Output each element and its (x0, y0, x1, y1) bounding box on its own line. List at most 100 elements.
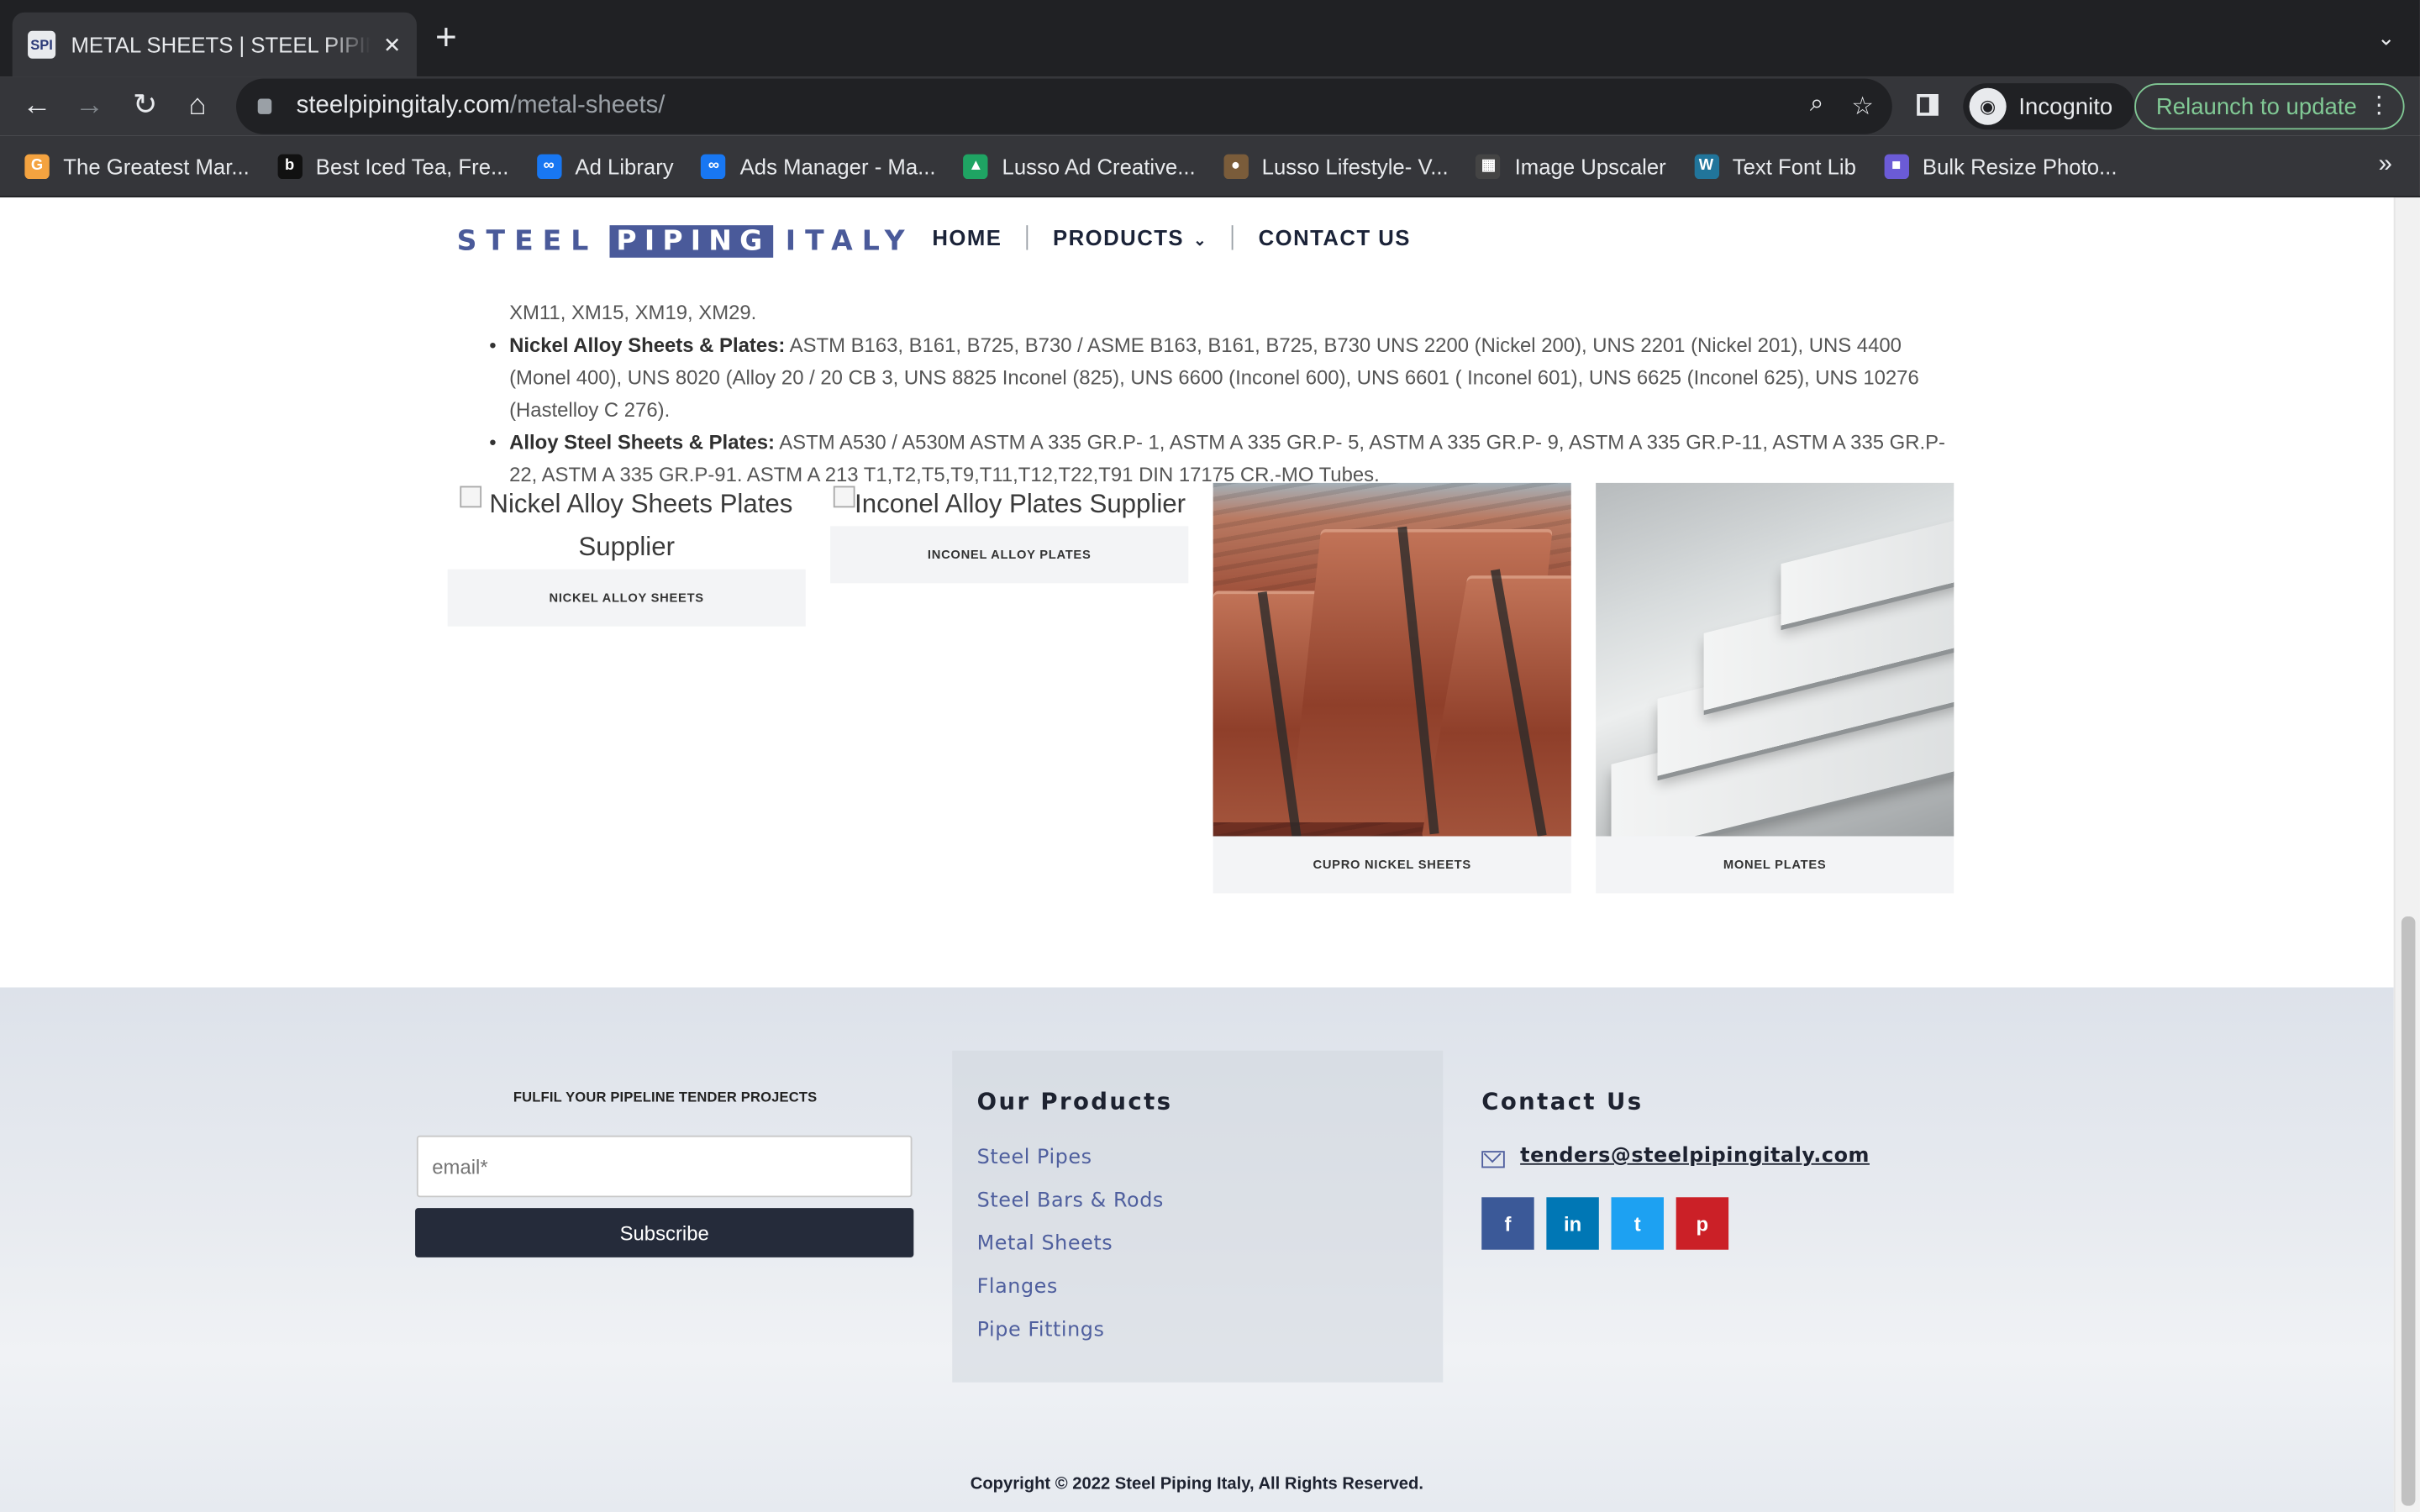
linkedin-icon[interactable]: in (1546, 1197, 1599, 1250)
gallery-item[interactable]: Nickel Alloy Sheets Plates Supplier NICK… (447, 483, 806, 627)
bookmarks-overflow-icon[interactable]: » (2379, 151, 2392, 179)
broken-image-icon (460, 486, 482, 508)
side-panel-icon[interactable] (1917, 94, 1939, 116)
image-alt-text: Inconel Alloy Plates Supplier (855, 489, 1186, 519)
url-host: steelpipingitaly.com (296, 92, 510, 119)
broken-image: Nickel Alloy Sheets Plates Supplier (448, 483, 806, 570)
zoom-icon[interactable]: ⌕ (1810, 91, 1823, 122)
facebook-icon[interactable]: f (1481, 1197, 1534, 1250)
incognito-icon: ◉ (1969, 87, 2007, 125)
twitter-icon[interactable]: t (1611, 1197, 1664, 1250)
gallery-caption: NICKEL ALLOY SHEETS (447, 569, 806, 627)
bookmark-label: Lusso Lifestyle- V... (1261, 153, 1449, 179)
spec-label: Alloy Steel Sheets & Plates: (509, 430, 775, 454)
relaunch-button[interactable]: Relaunch to update ⋮ (2134, 83, 2405, 130)
nav-products[interactable]: PRODUCTS ⌄ (1053, 225, 1207, 249)
forward-arrow-icon[interactable]: → (71, 90, 108, 123)
image-alt-text: Nickel Alloy Sheets Plates Supplier (489, 489, 793, 562)
bookmark-item[interactable]: G The Greatest Mar... (24, 153, 250, 179)
incognito-label: Incognito (2018, 93, 2113, 120)
spec-item-alloy: Alloy Steel Sheets & Plates: ASTM A530 /… (489, 426, 1960, 491)
bookmark-label: Image Upscaler (1514, 153, 1666, 179)
more-menu-icon[interactable]: ⋮ (2367, 91, 2391, 118)
address-bar[interactable]: steelpipingitaly.com/metal-sheets/ ⌕ ☆ (236, 78, 1892, 134)
footer-link-steel-bars[interactable]: Steel Bars & Rods (977, 1189, 1418, 1213)
browser-tab-active[interactable]: SPI METAL SHEETS | STEEL PIPING ITALY ✕ (12, 12, 417, 77)
specs-list: XM11, XM15, XM19, XM29. Nickel Alloy She… (489, 297, 1960, 491)
page-scrollbar[interactable] (2393, 197, 2420, 1512)
nav-products-label: PRODUCTS (1053, 225, 1185, 250)
bookmark-favicon-icon: b (276, 153, 302, 179)
nav-contact[interactable]: CONTACT US (1259, 225, 1411, 249)
bookmark-item[interactable]: ∞ Ads Manager - Ma... (701, 153, 936, 179)
email-input[interactable] (416, 1135, 913, 1198)
gallery-caption: MONEL PLATES (1596, 836, 1954, 894)
logo-word-middle: PIPING (610, 225, 774, 258)
footer-link-pipe-fittings[interactable]: Pipe Fittings (977, 1319, 1418, 1342)
copyright-text: Copyright © 2022 Steel Piping Italy, All… (970, 1474, 1423, 1494)
bookmark-label: Ads Manager - Ma... (739, 153, 936, 179)
bookmark-star-icon[interactable]: ☆ (1851, 91, 1873, 122)
footer-link-metal-sheets[interactable]: Metal Sheets (977, 1233, 1418, 1257)
new-tab-icon[interactable]: + (435, 19, 457, 57)
gallery-item[interactable]: MONEL PLATES (1596, 482, 1954, 894)
relaunch-label: Relaunch to update (2155, 93, 2357, 120)
pinterest-icon[interactable]: p (1676, 1197, 1729, 1250)
nav-home[interactable]: HOME (932, 225, 1002, 249)
url-path: /metal-sheets/ (509, 92, 666, 119)
footer-link-flanges[interactable]: Flanges (977, 1276, 1418, 1299)
close-tab-icon[interactable]: ✕ (383, 32, 402, 58)
back-arrow-icon[interactable]: ← (18, 90, 55, 123)
site-favicon-icon: SPI (28, 30, 56, 59)
bookmarks-bar: G The Greatest Mar... b Best Iced Tea, Fre.… (0, 135, 2420, 198)
footer-link-steel-pipes[interactable]: Steel Pipes (977, 1147, 1418, 1170)
site-logo[interactable]: STEEL PIPING ITALY (457, 225, 914, 258)
bookmark-favicon-icon: ■ (1884, 153, 1909, 179)
bookmark-item[interactable]: ● Lusso Lifestyle- V... (1223, 153, 1449, 179)
spec-item-nickel: Nickel Alloy Sheets & Plates: ASTM B163,… (489, 328, 1960, 426)
bookmark-item[interactable]: ■ Bulk Resize Photo... (1884, 153, 2118, 179)
omnibox-icons: ⌕ ☆ (1810, 91, 1874, 122)
tender-heading: FULFIL YOUR PIPELINE TENDER PROJECTS (513, 1089, 818, 1105)
reload-icon[interactable]: ↻ (127, 90, 164, 123)
bookmark-item[interactable]: ▲ Lusso Ad Creative... (963, 153, 1196, 179)
bookmark-favicon-icon: W (1693, 153, 1719, 179)
broken-image: Inconel Alloy Plates Supplier (830, 483, 1188, 526)
bookmark-item[interactable]: b Best Iced Tea, Fre... (276, 153, 509, 179)
logo-word-right: ITALY (785, 225, 914, 258)
cupro-nickel-sheets-photo (1213, 482, 1571, 837)
bookmark-item[interactable]: ∞ Ad Library (536, 153, 674, 179)
bookmark-favicon-icon: ● (1223, 153, 1249, 179)
bookmark-label: Bulk Resize Photo... (1922, 153, 2118, 179)
logo-word-left: STEEL (456, 225, 598, 258)
tab-search-chevron-icon[interactable]: ⌄ (2377, 24, 2396, 50)
bookmark-item[interactable]: W Text Font Lib (1693, 153, 1856, 179)
chevron-down-icon: ⌄ (1193, 233, 1207, 250)
incognito-indicator[interactable]: ◉ Incognito (1963, 83, 2134, 130)
contact-email-link[interactable]: tenders@steelpipingitaly.com (1520, 1145, 1870, 1168)
subscribe-button[interactable]: Subscribe (415, 1208, 914, 1257)
footer-products: Our Products Steel Pipes Steel Bars & Ro… (952, 1050, 1444, 1383)
spec-label: Nickel Alloy Sheets & Plates: (509, 333, 786, 357)
home-icon[interactable]: ⌂ (179, 90, 216, 123)
site-header: STEEL PIPING ITALY HOME PRODUCTS ⌄ CONTAC… (0, 197, 2394, 283)
gallery-item[interactable]: CUPRO NICKEL SHEETS (1213, 482, 1571, 894)
main-nav: HOME PRODUCTS ⌄ CONTACT US (932, 225, 1411, 250)
scrollbar-thumb[interactable] (2401, 916, 2416, 1506)
gallery-caption: INCONEL ALLOY PLATES (830, 526, 1189, 584)
site-footer: FULFIL YOUR PIPELINE TENDER PROJECTS Sub… (0, 987, 2394, 1512)
bookmark-label: The Greatest Mar... (63, 153, 250, 179)
broken-image-icon (833, 486, 855, 508)
gallery-item[interactable]: Inconel Alloy Plates Supplier INCONEL AL… (830, 483, 1189, 584)
bookmark-label: Best Iced Tea, Fre... (315, 153, 509, 179)
bookmark-favicon-icon: ▦ (1476, 153, 1502, 179)
bookmark-favicon-icon: G (24, 153, 50, 179)
bookmark-favicon-icon: ▲ (963, 153, 989, 179)
nav-divider (1232, 225, 1234, 250)
footer-contact: Contact Us tenders@steelpipingitaly.com … (1481, 1088, 1870, 1250)
email-row: tenders@steelpipingitaly.com (1481, 1145, 1870, 1168)
bookmark-label: Ad Library (575, 153, 674, 179)
contact-heading: Contact Us (1481, 1087, 1644, 1116)
bookmark-item[interactable]: ▦ Image Upscaler (1476, 153, 1666, 179)
social-links: f in t p (1481, 1197, 1870, 1250)
